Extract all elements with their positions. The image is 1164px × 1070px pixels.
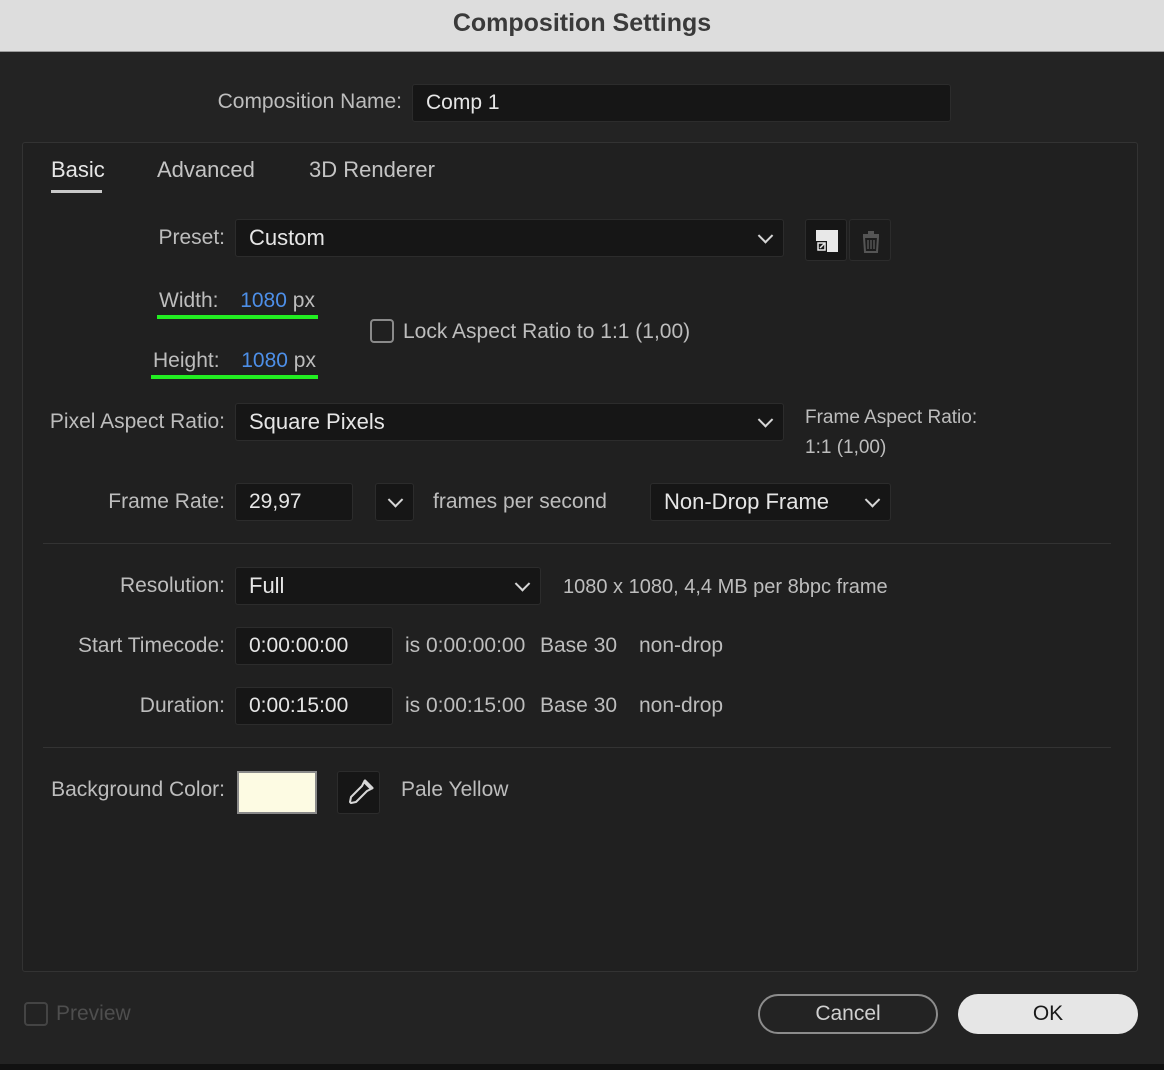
start-timecode-input[interactable]: 0:00:00:00	[235, 627, 393, 665]
drop-frame-dropdown[interactable]: Non-Drop Frame	[650, 483, 891, 521]
height-row: Height: 1080 px	[153, 349, 316, 373]
resolution-dropdown[interactable]: Full	[235, 567, 541, 605]
background-color-swatch[interactable]	[237, 771, 317, 814]
separator	[43, 747, 1111, 748]
start-timecode-mode: non-drop	[639, 634, 724, 657]
frame-rate-suffix: frames per second	[433, 490, 607, 513]
tab-advanced[interactable]: Advanced	[157, 157, 255, 183]
height-label: Height:	[153, 349, 220, 372]
preset-dropdown[interactable]: Custom	[235, 219, 784, 257]
trash-icon	[862, 231, 880, 253]
composition-settings-dialog: Composition Name: Comp 1 Basic Advanced …	[0, 52, 1164, 1064]
frame-rate-preset-dropdown[interactable]	[375, 483, 414, 521]
preview-checkbox[interactable]	[24, 1002, 48, 1026]
preset-value: Custom	[249, 225, 325, 250]
save-preset-icon	[816, 230, 838, 252]
chevron-down-icon	[757, 412, 774, 428]
delete-preset-button[interactable]	[849, 219, 891, 261]
save-preset-button[interactable]	[805, 219, 847, 261]
height-highlight-underline	[151, 375, 318, 379]
width-label: Width:	[159, 289, 219, 312]
frame-aspect-value: 1:1 (1,00)	[805, 437, 887, 458]
width-unit: px	[292, 289, 315, 312]
lock-aspect-checkbox[interactable]	[370, 319, 394, 343]
tab-basic[interactable]: Basic	[51, 157, 105, 183]
height-unit: px	[293, 349, 316, 372]
composition-name-input[interactable]: Comp 1	[412, 84, 951, 122]
preset-label: Preset:	[158, 226, 225, 249]
chevron-down-icon	[864, 492, 881, 508]
composition-name-label: Composition Name:	[217, 90, 402, 113]
width-value[interactable]: 1080	[240, 289, 287, 312]
background-color-name: Pale Yellow	[401, 778, 509, 801]
resolution-value: Full	[249, 573, 285, 598]
chevron-down-icon	[757, 228, 774, 244]
pixel-aspect-dropdown[interactable]: Square Pixels	[235, 403, 784, 441]
frame-rate-input[interactable]: 29,97	[235, 483, 353, 521]
duration-mode: non-drop	[639, 694, 724, 717]
pixel-aspect-label: Pixel Aspect Ratio:	[49, 410, 225, 433]
title-bar: Composition Settings	[0, 0, 1164, 52]
duration-base: Base 30	[540, 694, 618, 717]
tab-3d-renderer[interactable]: 3D Renderer	[309, 157, 435, 183]
eyedropper-button[interactable]	[337, 771, 380, 814]
cancel-button[interactable]: Cancel	[758, 994, 938, 1034]
frame-aspect-label: Frame Aspect Ratio:	[805, 407, 978, 428]
width-highlight-underline	[157, 315, 318, 319]
active-tab-indicator	[51, 190, 102, 193]
pixel-aspect-value: Square Pixels	[249, 409, 385, 434]
background-color-label: Background Color:	[51, 778, 225, 801]
width-row: Width: 1080 px	[159, 289, 315, 313]
preview-label: Preview	[56, 1002, 131, 1025]
chevron-down-icon	[387, 492, 404, 508]
duration-is: is 0:00:15:00	[405, 694, 526, 717]
settings-panel: Basic Advanced 3D Renderer Preset: Custo…	[22, 142, 1138, 972]
height-value[interactable]: 1080	[241, 349, 288, 372]
ok-button[interactable]: OK	[958, 994, 1138, 1034]
start-timecode-base: Base 30	[540, 634, 618, 657]
resolution-label: Resolution:	[119, 574, 225, 597]
duration-label: Duration:	[139, 694, 225, 717]
eyedropper-icon	[349, 779, 374, 804]
chevron-down-icon	[514, 576, 531, 592]
duration-input[interactable]: 0:00:15:00	[235, 687, 393, 725]
resolution-info: 1080 x 1080, 4,4 MB per 8bpc frame	[563, 576, 888, 598]
lock-aspect-label: Lock Aspect Ratio to 1:1 (1,00)	[403, 320, 691, 343]
drop-frame-value: Non-Drop Frame	[664, 489, 830, 514]
window-title: Composition Settings	[452, 9, 712, 37]
separator	[43, 543, 1111, 544]
frame-rate-label: Frame Rate:	[108, 490, 225, 513]
start-timecode-label: Start Timecode:	[77, 634, 225, 657]
start-timecode-is: is 0:00:00:00	[405, 634, 526, 657]
